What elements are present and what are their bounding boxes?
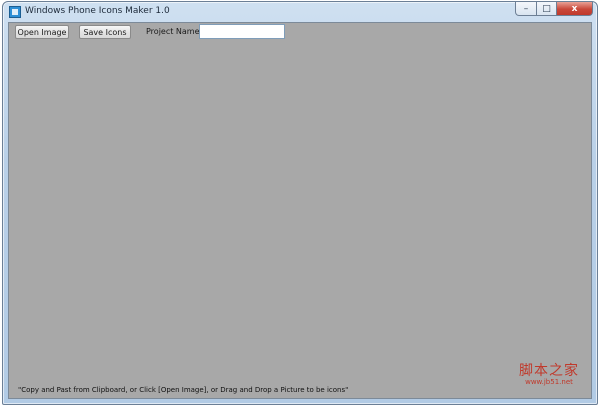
close-button[interactable]: x [557, 2, 593, 16]
project-name-input[interactable] [199, 24, 285, 39]
watermark-url: www.jb51.net [525, 378, 573, 386]
watermark: 脚本之家 www.jb51.net [519, 364, 579, 386]
open-image-button[interactable]: Open Image [15, 25, 69, 39]
maximize-button[interactable]: □ [537, 2, 557, 16]
watermark-text: 脚本之家 [519, 363, 579, 379]
toolbar: Open Image Save Icons Project Name [9, 23, 591, 41]
app-icon [9, 6, 21, 18]
window-controls: – □ x [515, 2, 593, 18]
image-drop-area[interactable] [9, 41, 591, 398]
client-area: Open Image Save Icons Project Name 脚本之家 … [8, 22, 592, 399]
instruction-hint: "Copy and Past from Clipboard, or Click … [18, 386, 349, 394]
minimize-button[interactable]: – [515, 2, 537, 16]
app-window: Windows Phone Icons Maker 1.0 – □ x Open… [2, 1, 598, 405]
save-icons-button[interactable]: Save Icons [79, 25, 131, 39]
title-bar[interactable]: Windows Phone Icons Maker 1.0 – □ x [3, 2, 597, 22]
project-name-label: Project Name [146, 27, 200, 36]
window-title: Windows Phone Icons Maker 1.0 [25, 6, 170, 16]
